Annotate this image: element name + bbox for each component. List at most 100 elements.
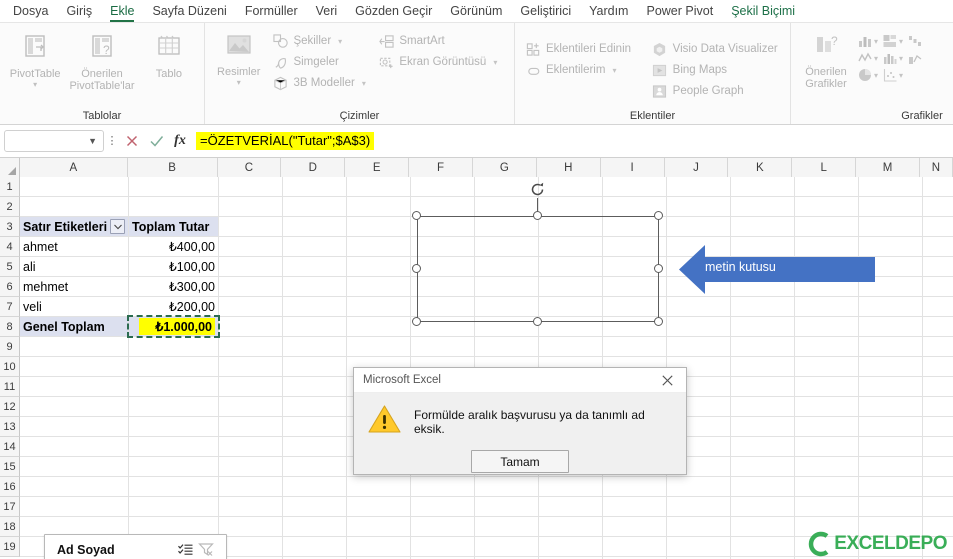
pie-chart-button[interactable]: ▾ <box>857 67 878 83</box>
shape-handle-bottom-center[interactable] <box>533 317 542 326</box>
tab-gozden-gecir[interactable]: Gözden Geçir <box>346 2 441 21</box>
tab-giris[interactable]: Giriş <box>57 2 101 21</box>
tab-dosya[interactable]: Dosya <box>4 2 57 21</box>
row-header-1[interactable]: 1 <box>0 177 20 197</box>
row-header-5[interactable]: 5 <box>0 257 20 277</box>
shape-handle-bottom-right[interactable] <box>654 317 663 326</box>
cell-A7[interactable]: veli <box>20 297 128 316</box>
cell-B7[interactable]: ₺200,00 <box>129 297 218 316</box>
chevron-down-icon[interactable]: ▾ <box>338 37 342 46</box>
cell-B4[interactable]: ₺400,00 <box>129 237 218 256</box>
tab-sekil-bicimi[interactable]: Şekil Biçimi <box>722 2 804 21</box>
chevron-down-icon[interactable]: ▾ <box>874 37 878 46</box>
chevron-down-icon[interactable]: ▾ <box>899 54 903 63</box>
col-header-G[interactable]: G <box>472 158 537 177</box>
tab-gorunum[interactable]: Görünüm <box>441 2 511 21</box>
cell-B6[interactable]: ₺300,00 <box>129 277 218 296</box>
insert-function-icon[interactable]: fx <box>168 129 192 153</box>
bing-maps-button[interactable]: Bing Maps <box>648 60 784 80</box>
col-header-E[interactable]: E <box>345 158 410 177</box>
cell-B5[interactable]: ₺100,00 <box>129 257 218 276</box>
col-header-N[interactable]: N <box>919 158 953 177</box>
col-header-H[interactable]: H <box>536 158 601 177</box>
row-header-14[interactable]: 14 <box>0 437 20 457</box>
col-header-I[interactable]: I <box>600 158 665 177</box>
recommended-pivottables-button[interactable]: ? Önerilen PivotTable'lar <box>66 28 137 92</box>
row-header-8[interactable]: 8 <box>0 317 20 337</box>
tab-formuller[interactable]: Formüller <box>236 2 307 21</box>
chevron-down-icon[interactable]: ▾ <box>33 81 37 89</box>
row-header-4[interactable]: 4 <box>0 237 20 257</box>
pivottable-button[interactable]: PivotTable ▾ <box>6 28 64 89</box>
hierarchy-chart-button[interactable]: ▾ <box>882 33 903 49</box>
row-header-3[interactable]: 3 <box>0 217 20 237</box>
tab-power-pivot[interactable]: Power Pivot <box>637 2 722 21</box>
get-addins-button[interactable]: Eklentileri Edinin <box>521 39 646 59</box>
chevron-down-icon[interactable]: ▾ <box>874 71 878 80</box>
row-header-12[interactable]: 12 <box>0 397 20 417</box>
shape-handle-top-right[interactable] <box>654 211 663 220</box>
cancel-x-icon[interactable] <box>120 129 144 153</box>
col-header-A[interactable]: A <box>19 158 128 177</box>
error-dialog[interactable]: Microsoft Excel Formülde aralık başvurus… <box>353 367 687 475</box>
shape-handle-middle-left[interactable] <box>412 264 421 273</box>
recommended-charts-button[interactable]: ? Önerilen Grafikler <box>797 28 855 90</box>
pivot-row-filter-button[interactable] <box>110 219 125 234</box>
ok-button[interactable]: Tamam <box>471 450 569 473</box>
name-box[interactable]: ▼ <box>4 130 104 152</box>
row-header-2[interactable]: 2 <box>0 197 20 217</box>
rotate-handle-icon[interactable] <box>528 180 548 200</box>
shape-handle-top-center[interactable] <box>533 211 542 220</box>
3d-models-button[interactable]: 3B Modeller ▾ <box>268 73 372 93</box>
cell-A3[interactable]: Satır Etiketleri <box>20 217 128 236</box>
chevron-down-icon[interactable]: ▾ <box>874 54 878 63</box>
cell-A5[interactable]: ali <box>20 257 128 276</box>
screenshot-button[interactable]: Ekran Görüntüsü ▾ <box>374 52 508 72</box>
col-header-D[interactable]: D <box>281 158 346 177</box>
clear-filter-icon[interactable] <box>196 541 216 559</box>
col-header-L[interactable]: L <box>792 158 857 177</box>
text-box-shape[interactable] <box>417 216 659 322</box>
col-header-B[interactable]: B <box>127 158 218 177</box>
shape-handle-top-left[interactable] <box>412 211 421 220</box>
tab-gelistirici[interactable]: Geliştirici <box>511 2 580 21</box>
col-header-J[interactable]: J <box>664 158 729 177</box>
row-header-13[interactable]: 13 <box>0 417 20 437</box>
people-graph-button[interactable]: People Graph <box>648 81 784 101</box>
col-header-K[interactable]: K <box>728 158 793 177</box>
col-header-F[interactable]: F <box>409 158 473 177</box>
pictures-button[interactable]: Resimler ▾ <box>211 28 266 87</box>
smartart-button[interactable]: SmartArt <box>374 31 508 51</box>
cell-A8[interactable]: Genel Toplam <box>20 317 128 336</box>
combo-chart-button[interactable] <box>907 50 923 66</box>
chevron-down-icon[interactable]: ▾ <box>362 79 366 88</box>
table-button[interactable]: Tablo <box>140 28 198 80</box>
chevron-down-icon[interactable]: ▾ <box>899 71 903 80</box>
waterfall-chart-button[interactable] <box>907 33 923 49</box>
row-header-19[interactable]: 19 <box>0 537 20 557</box>
column-chart-button[interactable]: ▾ <box>857 33 878 49</box>
row-header-15[interactable]: 15 <box>0 457 20 477</box>
chevron-down-icon[interactable]: ▾ <box>237 79 241 87</box>
tab-sayfa-duzeni[interactable]: Sayfa Düzeni <box>143 2 235 21</box>
col-header-M[interactable]: M <box>856 158 920 177</box>
select-all-corner[interactable] <box>0 158 20 177</box>
scatter-chart-button[interactable]: ▾ <box>882 67 903 83</box>
close-icon[interactable] <box>648 368 686 393</box>
cell-A6[interactable]: mehmet <box>20 277 128 296</box>
row-header-18[interactable]: 18 <box>0 517 20 537</box>
cell-B3[interactable]: Toplam Tutar <box>129 217 218 236</box>
cell-B8[interactable]: ₺1.000,00 <box>129 317 218 336</box>
cell-A4[interactable]: ahmet <box>20 237 128 256</box>
shapes-button[interactable]: Şekiller ▾ <box>268 31 372 51</box>
chevron-down-icon[interactable]: ▾ <box>899 37 903 46</box>
row-header-6[interactable]: 6 <box>0 277 20 297</box>
tab-yardim[interactable]: Yardım <box>580 2 637 21</box>
chevron-down-icon[interactable]: ▾ <box>493 58 497 67</box>
row-header-11[interactable]: 11 <box>0 377 20 397</box>
tab-veri[interactable]: Veri <box>307 2 347 21</box>
slicer-ad-soyad[interactable]: Ad Soyad ahmet ali <box>44 534 227 559</box>
chevron-down-icon[interactable]: ▾ <box>612 66 616 75</box>
confirm-check-icon[interactable] <box>144 129 168 153</box>
row-header-7[interactable]: 7 <box>0 297 20 317</box>
